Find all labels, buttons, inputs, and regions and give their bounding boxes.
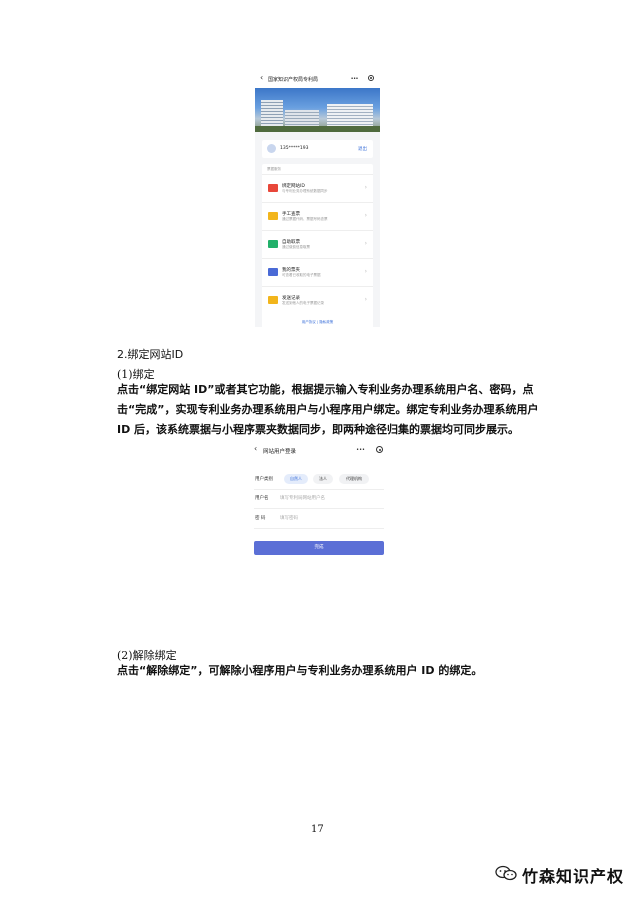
chevron-right-icon: › [364, 184, 367, 191]
menu-item-desc: 可查看已收取的电子票据 [282, 273, 321, 277]
section-heading: 2.绑定网站ID [117, 348, 184, 361]
nav-title: 网站用户登录 [263, 449, 297, 455]
chevron-right-icon: › [364, 240, 367, 247]
paragraph-text: 点击“解除绑定”，可解除小程序用户与专利业务办理系统用户 ID 的绑定。 [117, 664, 483, 677]
wechat-logo-icon [495, 865, 517, 881]
avatar [267, 144, 276, 153]
watermark-text: 竹森知识产权 [522, 867, 625, 886]
submit-button[interactable]: 完成 [254, 541, 384, 555]
password-row: 密 码 填写密码 [254, 509, 384, 529]
section-title: 票据服务 [267, 167, 281, 171]
menu-item-desc: 通过缴费信息取票 [282, 245, 310, 249]
chevron-right-icon: › [364, 268, 367, 275]
nav-title: 国家知识产权局专利局 [268, 77, 319, 83]
menu-item-desc: 发送到他人的电子票据记录 [282, 301, 324, 305]
building-banner-image [255, 88, 380, 132]
user-type-agency[interactable]: 代理机构 [339, 474, 369, 484]
menu-item-desc: 与专利业务办理系统数据同步 [282, 189, 328, 193]
password-label: 密 码 [255, 516, 266, 521]
password-input[interactable]: 填写密码 [280, 515, 298, 521]
paragraph-text: 点击“绑定网站 ID”或者其它功能，根据提示输入专利业务办理系统用户名、密码，点… [117, 383, 539, 436]
miniprogram-home-screenshot: ‹ 国家知识产权局专利局 ••• 135*****193 退出 票据服务 绑定网… [255, 71, 380, 385]
chevron-right-icon: › [364, 212, 367, 219]
menu-item-bind-id[interactable]: 绑定网站ID 与专利业务办理系统数据同步 › [262, 174, 373, 202]
user-type-legal-person[interactable]: 法人 [313, 474, 333, 484]
page-number: 17 [311, 824, 324, 835]
menu-item-desc: 通过票据代码、票据号码查票 [282, 217, 328, 221]
card-icon [268, 240, 278, 248]
user-type-row: 用户类别 自然人 法人 代理机构 [254, 470, 384, 490]
paragraph-bind: 点击“绑定网站 ID”或者其它功能，根据提示输入专利业务办理系统用户名、密码，点… [96, 380, 541, 440]
chevron-right-icon: › [364, 296, 367, 303]
menu-item-manual-check[interactable]: 手工查票 通过票据代码、票据号码查票 › [262, 202, 373, 230]
user-phone: 135*****193 [280, 146, 309, 151]
id-card-icon [268, 184, 278, 192]
username-input[interactable]: 填写专利局网站用户名 [280, 495, 325, 501]
record-icon [268, 296, 278, 304]
close-target-icon[interactable] [368, 75, 374, 81]
menu-item-my-tickets[interactable]: 我的票夹 可查看已收取的电子票据 › [262, 258, 373, 286]
folder-icon [268, 268, 278, 276]
username-label: 用户名 [255, 496, 269, 501]
menu-item-self-service[interactable]: 自助取票 通过缴费信息取票 › [262, 230, 373, 258]
logout-button[interactable]: 退出 [358, 146, 367, 152]
user-type-natural-person[interactable]: 自然人 [284, 474, 308, 484]
pen-note-icon [268, 212, 278, 220]
back-icon[interactable]: ‹ [254, 445, 257, 453]
nav-bar: ‹ 国家知识产权局专利局 ••• [255, 71, 380, 88]
website-login-screenshot: ‹ 网站用户登录 ••• 用户类别 自然人 法人 代理机构 用户名 填写专利局网… [249, 441, 389, 561]
more-icon[interactable]: ••• [351, 76, 359, 82]
nav-bar: ‹ 网站用户登录 ••• [249, 441, 389, 461]
back-icon[interactable]: ‹ [260, 74, 263, 82]
menu-item-send-records[interactable]: 发送记录 发送到他人的电子票据记录 › [262, 286, 373, 314]
user-type-label: 用户类别 [255, 477, 273, 482]
close-target-icon[interactable] [376, 446, 383, 453]
paragraph-unbind: 点击“解除绑定”，可解除小程序用户与专利业务办理系统用户 ID 的绑定。 [96, 661, 541, 681]
username-row: 用户名 填写专利局网站用户名 [254, 489, 384, 509]
ticket-services-section: 票据服务 绑定网站ID 与专利业务办理系统数据同步 › 手工查票 通过票据代码、… [262, 164, 373, 385]
user-card: 135*****193 退出 [262, 140, 373, 158]
more-icon[interactable]: ••• [356, 447, 365, 453]
agreement-links[interactable]: 用户协议 | 隐私政策 [255, 320, 380, 325]
